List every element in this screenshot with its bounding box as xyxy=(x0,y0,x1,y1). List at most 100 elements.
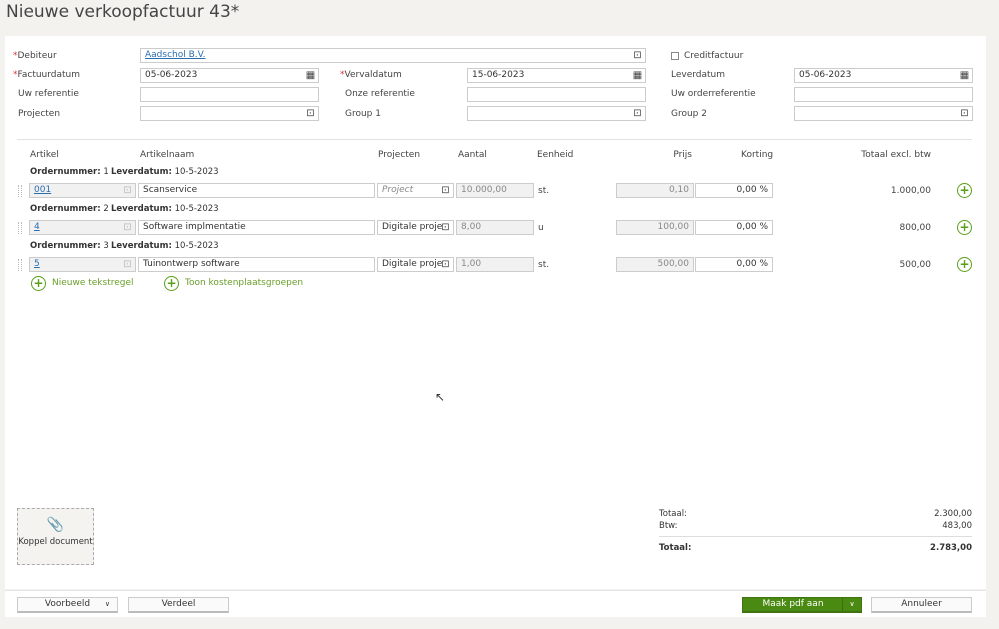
debiteur-link[interactable]: Aadschol B.V. xyxy=(145,50,206,60)
factuurdatum-label: *Factuurdatum xyxy=(13,70,81,80)
project-field[interactable]: Digitale proje ⊡ xyxy=(377,257,454,272)
prijs-field[interactable]: 0,10 xyxy=(616,183,694,198)
onze-referentie-label: Onze referentie xyxy=(345,89,415,99)
col-prijs: Prijs xyxy=(673,150,692,160)
project-field[interactable]: Project ⊡ xyxy=(377,183,454,198)
lookup-icon: ⊡ xyxy=(123,185,132,196)
add-line-icon[interactable]: + xyxy=(957,220,972,235)
order-number: Ordernummer: 1 xyxy=(30,167,109,177)
eenheid: u xyxy=(538,223,544,233)
chevron-down-icon[interactable]: ∨ xyxy=(842,598,861,611)
artikel-field[interactable]: 4 ⊡ xyxy=(29,220,136,235)
add-line-icon[interactable]: + xyxy=(957,183,972,198)
leverdatum-field[interactable]: 05-06-2023 ▦ xyxy=(794,68,973,83)
aantal-field[interactable]: 10.000,00 xyxy=(456,183,534,198)
show-cost-groups-icon[interactable]: + xyxy=(164,276,179,291)
paperclip-icon: 📎 xyxy=(46,517,65,533)
divider xyxy=(17,139,972,140)
uw-orderreferentie-label: Uw orderreferentie xyxy=(671,89,756,99)
korting-field[interactable]: 0,00 % xyxy=(695,220,773,235)
col-aantal: Aantal xyxy=(458,150,487,160)
onze-referentie-field[interactable] xyxy=(467,87,646,102)
projecten-field[interactable]: ⊡ xyxy=(140,106,319,121)
btw-value: 483,00 xyxy=(942,521,972,531)
artikelnaam-field[interactable]: Tuinontwerp software xyxy=(138,257,375,272)
calendar-icon[interactable]: ▦ xyxy=(959,70,970,81)
chevron-down-icon: ∨ xyxy=(104,600,110,608)
subtotal-value: 2.300,00 xyxy=(934,509,972,519)
attach-document-button[interactable]: 📎 Koppel document xyxy=(17,508,94,565)
prijs-field[interactable]: 100,00 xyxy=(616,220,694,235)
group1-label: Group 1 xyxy=(345,109,381,119)
page-title: Nieuwe verkoopfactuur 43* xyxy=(6,2,240,22)
make-pdf-button[interactable]: Maak pdf aan ∨ xyxy=(742,597,862,613)
calendar-icon[interactable]: ▦ xyxy=(632,70,643,81)
calendar-icon[interactable]: ▦ xyxy=(305,70,316,81)
totals-divider xyxy=(659,536,972,537)
subtotal-label: Totaal: xyxy=(659,509,687,519)
uw-referentie-label: Uw referentie xyxy=(18,89,79,99)
debiteur-label: *Debiteur xyxy=(13,51,57,61)
col-artikelnaam: Artikelnaam xyxy=(140,150,195,160)
eenheid: st. xyxy=(538,186,550,196)
korting-field[interactable]: 0,00 % xyxy=(695,183,773,198)
artikel-field[interactable]: 001 ⊡ xyxy=(29,183,136,198)
artikel-link[interactable]: 4 xyxy=(34,222,40,232)
creditfactuur-label: Creditfactuur xyxy=(684,51,744,61)
show-cost-groups-link[interactable]: Toon kostenplaatsgroepen xyxy=(185,278,303,288)
uw-orderreferentie-field[interactable] xyxy=(794,87,973,102)
btw-label: Btw: xyxy=(659,521,678,531)
lookup-icon[interactable]: ⊡ xyxy=(440,185,451,196)
artikelnaam-field[interactable]: Scanservice xyxy=(138,183,375,198)
creditfactuur-checkbox[interactable] xyxy=(671,52,679,60)
vervaldatum-label: *Vervaldatum xyxy=(340,70,402,80)
aantal-field[interactable]: 1,00 xyxy=(456,257,534,272)
col-totaal: Totaal excl. btw xyxy=(861,150,931,160)
aantal-field[interactable]: 8,00 xyxy=(456,220,534,235)
drag-handle[interactable] xyxy=(18,259,22,271)
drag-handle[interactable] xyxy=(18,185,22,197)
korting-field[interactable]: 0,00 % xyxy=(695,257,773,272)
new-text-line-link[interactable]: Nieuwe tekstregel xyxy=(52,278,134,288)
debiteur-field[interactable]: Aadschol B.V. ⊡ xyxy=(140,48,646,63)
projecten-label: Projecten xyxy=(18,109,61,119)
group2-field[interactable]: ⊡ xyxy=(794,106,973,121)
cancel-button[interactable]: Annuleer xyxy=(871,597,972,613)
lookup-icon[interactable]: ⊡ xyxy=(440,259,451,270)
col-eenheid: Eenheid xyxy=(537,150,574,160)
lookup-icon[interactable]: ⊡ xyxy=(959,108,970,119)
prijs-field[interactable]: 500,00 xyxy=(616,257,694,272)
lookup-icon[interactable]: ⊡ xyxy=(632,50,643,61)
lookup-icon[interactable]: ⊡ xyxy=(440,222,451,233)
lookup-icon[interactable]: ⊡ xyxy=(305,108,316,119)
order-delivery-date: Leverdatum: 10-5-2023 xyxy=(111,167,219,177)
project-field[interactable]: Digitale proje ⊡ xyxy=(377,220,454,235)
add-text-line-icon[interactable]: + xyxy=(31,276,46,291)
artikelnaam-field[interactable]: Software implmentatie xyxy=(138,220,375,235)
mouse-cursor-icon: ↖ xyxy=(435,390,446,404)
vervaldatum-field[interactable]: 15-06-2023 ▦ xyxy=(467,68,646,83)
order-number: Ordernummer: 2 xyxy=(30,204,109,214)
eenheid: st. xyxy=(538,260,550,270)
artikel-link[interactable]: 5 xyxy=(34,259,40,269)
uw-referentie-field[interactable] xyxy=(140,87,319,102)
leverdatum-label: Leverdatum xyxy=(671,70,726,80)
artikel-link[interactable]: 001 xyxy=(34,185,51,195)
line-total: 500,00 xyxy=(899,260,932,270)
group1-field[interactable]: ⊡ xyxy=(467,106,646,121)
lookup-icon[interactable]: ⊡ xyxy=(632,108,643,119)
artikel-field[interactable]: 5 ⊡ xyxy=(29,257,136,272)
add-line-icon[interactable]: + xyxy=(957,257,972,272)
attach-document-label: Koppel document xyxy=(18,537,93,547)
preview-button[interactable]: Voorbeeld ∨ xyxy=(17,597,118,613)
share-button[interactable]: Verdeel xyxy=(128,597,229,613)
order-delivery-date: Leverdatum: 10-5-2023 xyxy=(111,241,219,251)
line-total: 1.000,00 xyxy=(890,186,931,196)
lookup-icon: ⊡ xyxy=(123,259,132,270)
order-delivery-date: Leverdatum: 10-5-2023 xyxy=(111,204,219,214)
total-value: 2.783,00 xyxy=(930,543,972,553)
factuurdatum-field[interactable]: 05-06-2023 ▦ xyxy=(140,68,319,83)
col-korting: Korting xyxy=(741,150,774,160)
drag-handle[interactable] xyxy=(18,222,22,234)
group2-label: Group 2 xyxy=(671,109,707,119)
